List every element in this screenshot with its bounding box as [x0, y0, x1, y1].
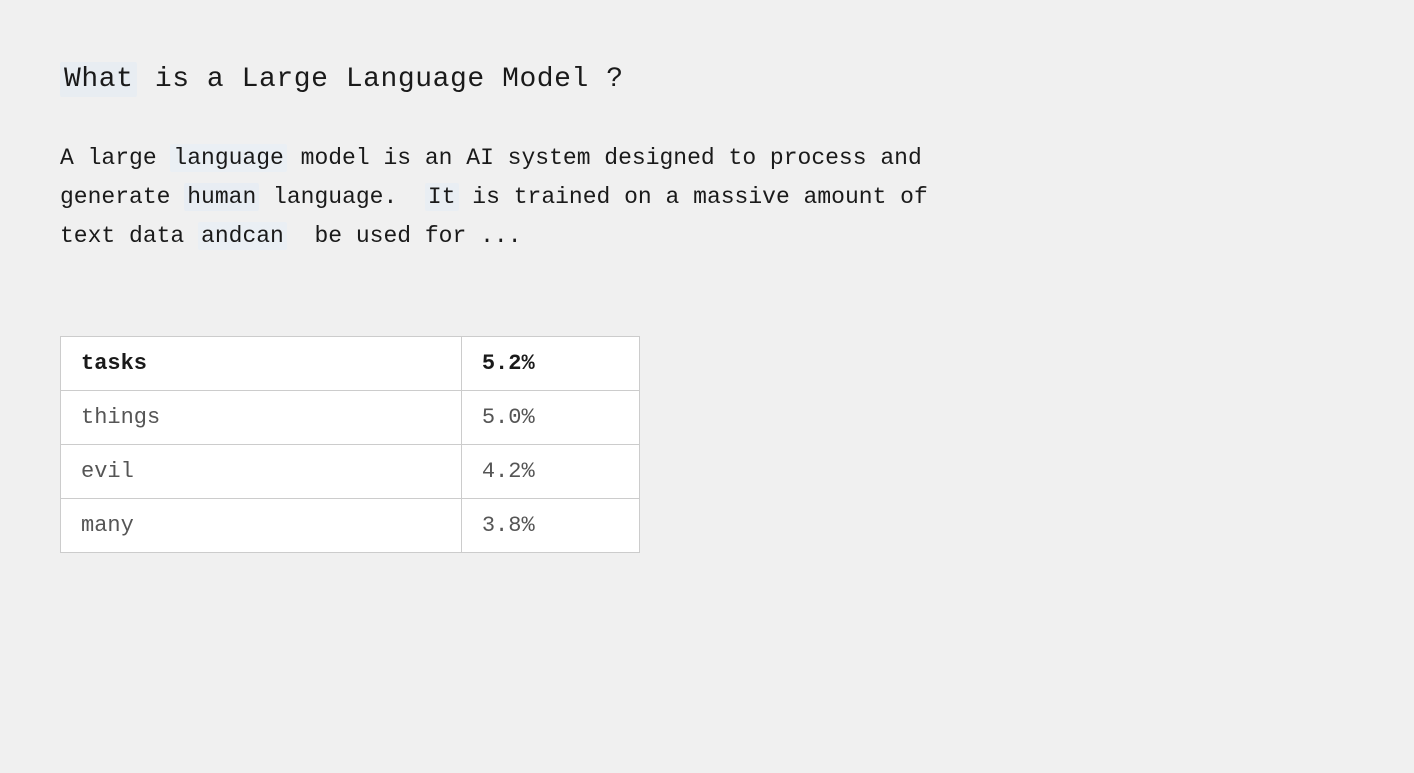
table-cell-label-things: things — [61, 391, 462, 445]
table-cell-label-many: many — [61, 499, 462, 553]
table-row-evil: evil 4.2% — [61, 445, 640, 499]
table-row-things: things 5.0% — [61, 391, 640, 445]
table-row-tasks: tasks 5.2% — [61, 337, 640, 391]
table-cell-value-many: 3.8% — [461, 499, 639, 553]
highlight-andcan: andcan — [198, 222, 287, 250]
table-cell-value-evil: 4.2% — [461, 445, 639, 499]
table-cell-label-tasks: tasks — [61, 337, 462, 391]
table-cell-label-evil: evil — [61, 445, 462, 499]
highlight-it: It — [425, 183, 459, 211]
table-cell-value-things: 5.0% — [461, 391, 639, 445]
highlight-language: language — [170, 144, 286, 172]
page-heading: What is a Large Language Model ? — [60, 60, 1354, 99]
body-paragraph: A large language model is an AI system d… — [60, 139, 1260, 256]
table-cell-value-tasks: 5.2% — [461, 337, 639, 391]
table-row-many: many 3.8% — [61, 499, 640, 553]
highlight-human: human — [184, 183, 259, 211]
data-table: tasks 5.2% things 5.0% evil 4.2% many 3.… — [60, 336, 640, 553]
heading-word-what: What — [60, 62, 137, 97]
heading-word-is: is a Large Language Model ? — [155, 64, 624, 95]
